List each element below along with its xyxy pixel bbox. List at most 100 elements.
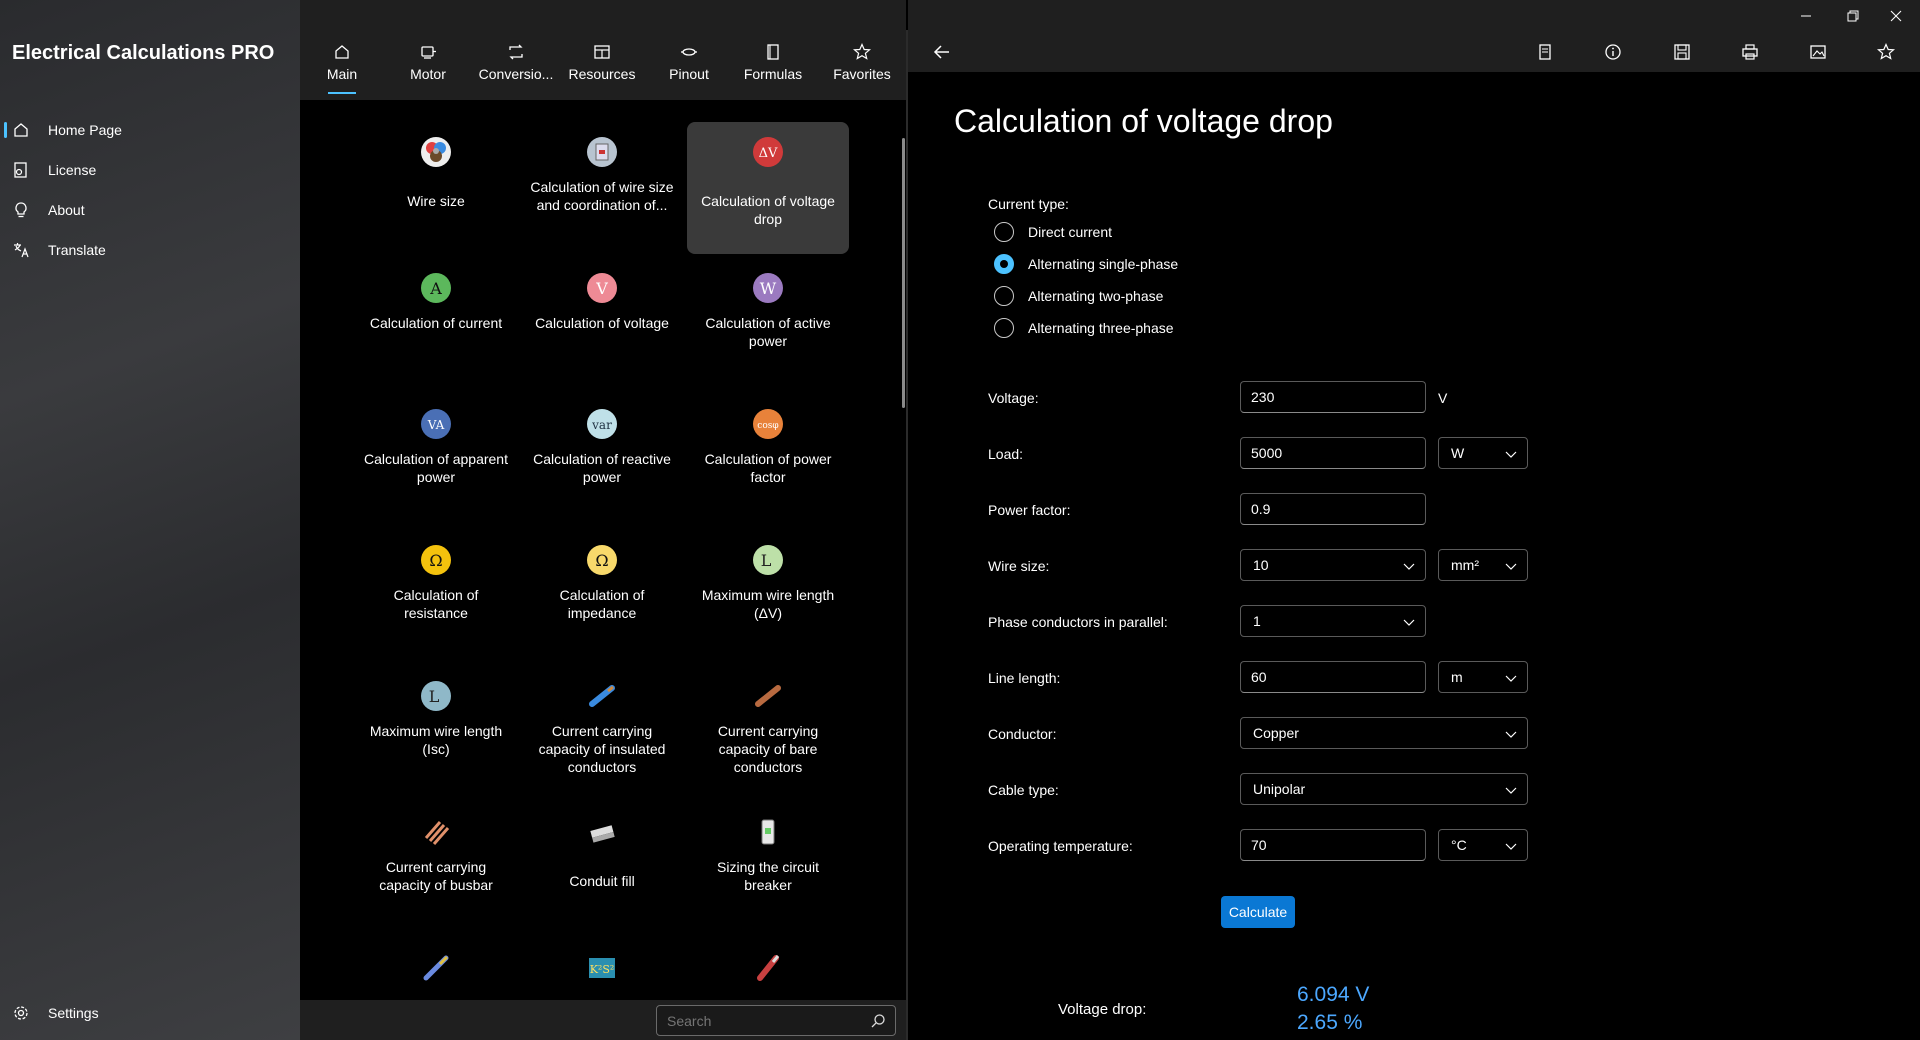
info-icon[interactable] bbox=[1603, 42, 1623, 62]
tile-wire-size[interactable]: Wire size bbox=[355, 122, 517, 254]
tab-favorites[interactable]: Favorites bbox=[830, 34, 894, 94]
load-unit-value: W bbox=[1451, 445, 1465, 461]
tile-max-wire-length-dv[interactable]: L Maximum wire length (ΔV) bbox=[687, 530, 849, 662]
search-icon[interactable] bbox=[870, 1013, 886, 1029]
sidebar-item-about[interactable]: About bbox=[0, 190, 300, 230]
phase-conductors-select[interactable]: 1 bbox=[1240, 605, 1426, 637]
tab-resources[interactable]: Resources bbox=[568, 34, 636, 94]
tile-label: Calculation of active power bbox=[705, 315, 831, 349]
load-input[interactable]: 5000 bbox=[1240, 437, 1426, 469]
load-unit-select[interactable]: W bbox=[1438, 437, 1528, 469]
calculate-button[interactable]: Calculate bbox=[1221, 896, 1295, 928]
tile-glyph: W bbox=[760, 279, 777, 298]
tile-capacity-busbar[interactable]: Current carrying capacity of busbar bbox=[355, 802, 517, 934]
tile-row7-a[interactable] bbox=[355, 938, 517, 1000]
tile-impedance[interactable]: Ω Calculation of impedance bbox=[521, 530, 683, 662]
line-length-input[interactable]: 60 bbox=[1240, 661, 1426, 693]
wire-size-unit-select[interactable]: mm² bbox=[1438, 549, 1528, 581]
temperature-unit-select[interactable]: °C bbox=[1438, 829, 1528, 861]
tile-glyph: L bbox=[429, 687, 440, 706]
tab-label: Formulas bbox=[743, 66, 803, 82]
tile-label: Maximum wire length (ΔV) bbox=[701, 587, 835, 621]
chevron-down-icon bbox=[1505, 563, 1517, 570]
result-voltage-value: 6.094 V bbox=[1297, 983, 1370, 1006]
sidebar-item-home-page[interactable]: Home Page bbox=[0, 110, 300, 150]
tile-max-wire-length-isc[interactable]: L Maximum wire length (Isc) bbox=[355, 666, 517, 798]
tab-motor[interactable]: Motor bbox=[398, 34, 458, 94]
sidebar-item-translate[interactable]: Translate bbox=[0, 230, 300, 270]
calculation-pane: Calculation of voltage drop Current type… bbox=[908, 0, 1920, 1040]
wire-size-select[interactable]: 10 bbox=[1240, 549, 1426, 581]
translate-icon bbox=[14, 243, 29, 258]
apparent-power-icon: VA bbox=[421, 409, 451, 439]
tab-formulas[interactable]: Formulas bbox=[742, 34, 804, 94]
tile-capacity-insulated[interactable]: Current carrying capacity of insulated c… bbox=[521, 666, 683, 798]
line-length-unit-select[interactable]: m bbox=[1438, 661, 1528, 693]
back-arrow-icon[interactable] bbox=[932, 42, 952, 62]
favorite-star-icon[interactable] bbox=[1876, 42, 1896, 62]
power-factor-input[interactable]: 0.9 bbox=[1240, 493, 1426, 525]
tab-label: Main bbox=[326, 66, 358, 82]
print-icon[interactable] bbox=[1740, 42, 1760, 62]
radio-alternating-single-phase[interactable]: Alternating single-phase bbox=[994, 253, 1178, 275]
chevron-down-icon bbox=[1505, 731, 1517, 738]
image-icon[interactable] bbox=[1808, 42, 1828, 62]
cable-type-select[interactable]: Unipolar bbox=[1240, 773, 1528, 805]
sidebar-item-settings[interactable]: Settings bbox=[0, 993, 300, 1033]
operating-temperature-input[interactable]: 70 bbox=[1240, 829, 1426, 861]
tile-current[interactable]: A Calculation of current bbox=[355, 258, 517, 390]
sidebar-item-label: Home Page bbox=[48, 122, 122, 138]
radio-alternating-three-phase[interactable]: Alternating three-phase bbox=[994, 317, 1174, 339]
busbar-icon bbox=[424, 821, 450, 845]
calculator-grid: Wire size Calculation of wire size and c… bbox=[300, 100, 900, 1000]
tile-power-factor[interactable]: cosφ Calculation of power factor bbox=[687, 394, 849, 526]
color-wheel-icon bbox=[421, 137, 451, 167]
tile-active-power[interactable]: W Calculation of active power bbox=[687, 258, 849, 390]
tile-resistance[interactable]: Ω Calculation of resistance bbox=[355, 530, 517, 662]
tile-label: Calculation of impedance bbox=[559, 587, 645, 621]
tile-sizing-breaker[interactable]: Sizing the circuit breaker bbox=[687, 802, 849, 934]
tile-row7-c[interactable] bbox=[687, 938, 849, 1000]
notes-icon[interactable] bbox=[1535, 42, 1555, 62]
tile-glyph: A bbox=[429, 279, 442, 298]
grid-scrollbar[interactable] bbox=[902, 138, 905, 408]
tab-conversions[interactable]: Conversio... bbox=[476, 34, 556, 94]
insulated-wire-icon bbox=[589, 685, 615, 707]
conductor-select[interactable]: Copper bbox=[1240, 717, 1528, 749]
tile-apparent-power[interactable]: VA Calculation of apparent power bbox=[355, 394, 517, 526]
tile-voltage-drop[interactable]: ΔV Calculation of voltage drop bbox=[687, 122, 849, 254]
tile-label: Current carrying capacity of insulated c… bbox=[538, 723, 666, 775]
tile-row7-b[interactable]: K²S² bbox=[521, 938, 683, 1000]
chevron-down-icon bbox=[1403, 563, 1415, 570]
conduit-icon bbox=[590, 825, 615, 843]
restore-icon[interactable] bbox=[1842, 6, 1862, 26]
minimize-icon[interactable] bbox=[1796, 6, 1816, 26]
radio-indicator bbox=[994, 286, 1014, 306]
sidebar-item-license[interactable]: License bbox=[0, 150, 300, 190]
search-input[interactable] bbox=[656, 1005, 896, 1036]
close-icon[interactable] bbox=[1886, 6, 1906, 26]
load-label: Load: bbox=[988, 446, 1024, 462]
sidebar-item-label: Translate bbox=[48, 242, 106, 258]
tile-reactive-power[interactable]: var Calculation of reactive power bbox=[521, 394, 683, 526]
tab-main[interactable]: Main bbox=[314, 34, 370, 94]
phase-conductors-value: 1 bbox=[1253, 613, 1261, 629]
wire-size-value: 10 bbox=[1253, 557, 1269, 573]
sidebar-nav: Home Page License About Translate bbox=[0, 110, 300, 270]
tile-wire-size-coordination[interactable]: Calculation of wire size and coordinatio… bbox=[521, 122, 683, 254]
radio-direct-current[interactable]: Direct current bbox=[994, 221, 1112, 243]
tile-glyph: V bbox=[595, 279, 608, 298]
tile-voltage[interactable]: V Calculation of voltage bbox=[521, 258, 683, 390]
tile-conduit-fill[interactable]: Conduit fill bbox=[521, 802, 683, 934]
radio-alternating-two-phase[interactable]: Alternating two-phase bbox=[994, 285, 1163, 307]
star-icon bbox=[852, 43, 872, 60]
temperature-unit-value: °C bbox=[1451, 837, 1467, 853]
resources-icon bbox=[594, 45, 610, 59]
save-icon[interactable] bbox=[1672, 42, 1692, 62]
voltage-icon: V bbox=[587, 273, 617, 303]
tile-capacity-bare[interactable]: Current carrying capacity of bare conduc… bbox=[687, 666, 849, 798]
tile-label: Maximum wire length (Isc) bbox=[369, 723, 503, 757]
voltage-input[interactable]: 230 bbox=[1240, 381, 1426, 413]
tab-pinout[interactable]: Pinout bbox=[662, 34, 716, 94]
tester-icon bbox=[757, 955, 780, 981]
